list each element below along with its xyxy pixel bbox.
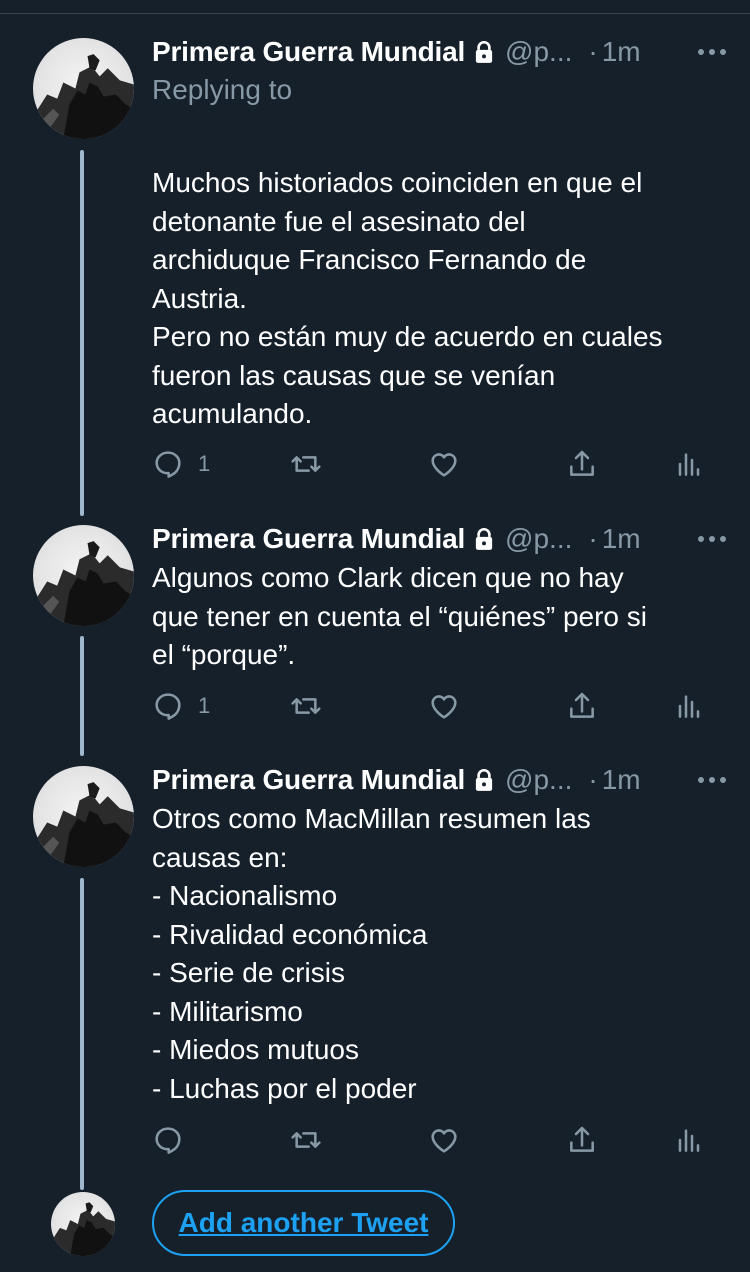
analytics-button[interactable] (672, 444, 704, 484)
retweet-icon (291, 698, 321, 714)
tweet-text-line: Austria. (152, 282, 247, 314)
tweet-header: Primera Guerra Mundial @p... · 1m (152, 34, 726, 70)
tweet-text-line: - Rivalidad económica (152, 918, 428, 950)
more-options-icon[interactable] (698, 34, 726, 70)
tweet-text-line: archiduque Francisco Fernando de (152, 244, 587, 275)
share-button[interactable] (566, 1120, 598, 1160)
tweet-text: Otros como MacMillan resumen las causas … (152, 800, 727, 1108)
thread-line (80, 150, 84, 516)
reply-button[interactable] (152, 1120, 198, 1160)
avatar[interactable] (33, 38, 134, 139)
reply-count: 1 (198, 693, 211, 718)
tweet-text: Muchos historiados coinciden en que el d… (152, 164, 727, 434)
thread-line (80, 878, 84, 1190)
share-button[interactable] (566, 444, 598, 484)
reply-button[interactable]: 1 (152, 686, 210, 726)
like-button[interactable] (428, 1120, 460, 1160)
add-another-tweet-button[interactable]: Add another Tweet (152, 1190, 455, 1256)
avatar (51, 1192, 115, 1256)
lock-icon (475, 528, 493, 550)
tweet-header: Primera Guerra Mundial @p... · 1m (152, 521, 726, 557)
tweet-text: Algunos como Clark dicen que no hay que … (152, 559, 727, 675)
tweet-text-line: - Miedos mutuos (152, 1034, 359, 1065)
tweet-text-line: - Militarismo (152, 995, 303, 1027)
lock-icon (475, 41, 493, 63)
display-name[interactable]: Primera Guerra Mundial (152, 36, 465, 68)
thread-line (80, 636, 84, 756)
handle[interactable]: @p... (505, 764, 572, 796)
retweet-button[interactable] (290, 1120, 322, 1160)
like-icon (431, 695, 457, 719)
tweet-text-line: - Luchas por el poder (152, 1072, 417, 1104)
share-icon (570, 1126, 594, 1152)
separator: · (588, 523, 598, 554)
top-divider (0, 13, 750, 14)
thread-composer: Primera Guerra Mundial @p... · 1m Replyi… (0, 0, 750, 1272)
tweet-text-line: fueron las causas que se venían (152, 359, 556, 391)
like-icon (431, 1129, 457, 1153)
share-icon (570, 450, 594, 476)
handle[interactable]: @p... (505, 523, 572, 555)
reply-icon (155, 693, 181, 720)
analytics-icon (678, 695, 700, 718)
analytics-icon (678, 453, 700, 476)
tweet-text-line: el “porque”. (152, 639, 296, 670)
replying-to: Replying to (152, 74, 293, 105)
tweet-text-line: Muchos historiados coinciden en que el (152, 167, 643, 198)
analytics-button[interactable] (672, 1120, 704, 1160)
tweet-header: Primera Guerra Mundial @p... · 1m (152, 762, 726, 798)
analytics-button[interactable] (672, 686, 704, 726)
retweet-button[interactable] (290, 444, 322, 484)
reply-count: 1 (198, 451, 211, 476)
share-button[interactable] (566, 686, 598, 726)
tweet-text-line: detonante fue el asesinato del (152, 205, 526, 237)
like-button[interactable] (428, 444, 460, 484)
timestamp[interactable]: 1m (602, 764, 641, 796)
reply-button[interactable]: 1 (152, 444, 210, 484)
tweet-text-line: que tener en cuenta el “quiénes” pero si (152, 600, 647, 632)
retweet-icon (291, 456, 321, 472)
display-name[interactable]: Primera Guerra Mundial (152, 523, 465, 555)
tweet-actions: 1 (152, 444, 712, 484)
tweet-actions (152, 1120, 712, 1160)
tweet-text-line: Algunos como Clark dicen que no hay (152, 562, 624, 593)
share-icon (570, 692, 594, 718)
tweet-text-line: Otros como MacMillan resumen las (152, 803, 591, 834)
lock-icon (475, 769, 493, 791)
tweet-text-line: - Serie de crisis (152, 957, 345, 988)
timestamp[interactable]: 1m (602, 523, 641, 555)
avatar[interactable] (33, 525, 134, 626)
more-options-icon[interactable] (698, 762, 726, 798)
reply-icon (155, 451, 181, 478)
retweet-icon (291, 1132, 321, 1148)
like-icon (431, 453, 457, 477)
separator: · (588, 764, 598, 795)
analytics-icon (678, 1129, 700, 1152)
avatar[interactable] (33, 766, 134, 867)
handle[interactable]: @p... (505, 36, 572, 68)
like-button[interactable] (428, 686, 460, 726)
reply-icon (155, 1127, 181, 1154)
retweet-button[interactable] (290, 686, 322, 726)
tweet-text-line: acumulando. (152, 398, 313, 429)
more-options-icon[interactable] (698, 521, 726, 557)
timestamp[interactable]: 1m (602, 36, 641, 68)
add-tweet-row: Add another Tweet (0, 1188, 750, 1258)
separator: · (588, 36, 598, 67)
display-name[interactable]: Primera Guerra Mundial (152, 764, 465, 796)
tweet-actions: 1 (152, 686, 712, 726)
tweet-text-line: Pero no están muy de acuerdo en cuales (152, 321, 663, 352)
tweet-text-line: - Nacionalismo (152, 880, 338, 911)
tweet-text-line: causas en: (152, 841, 288, 873)
